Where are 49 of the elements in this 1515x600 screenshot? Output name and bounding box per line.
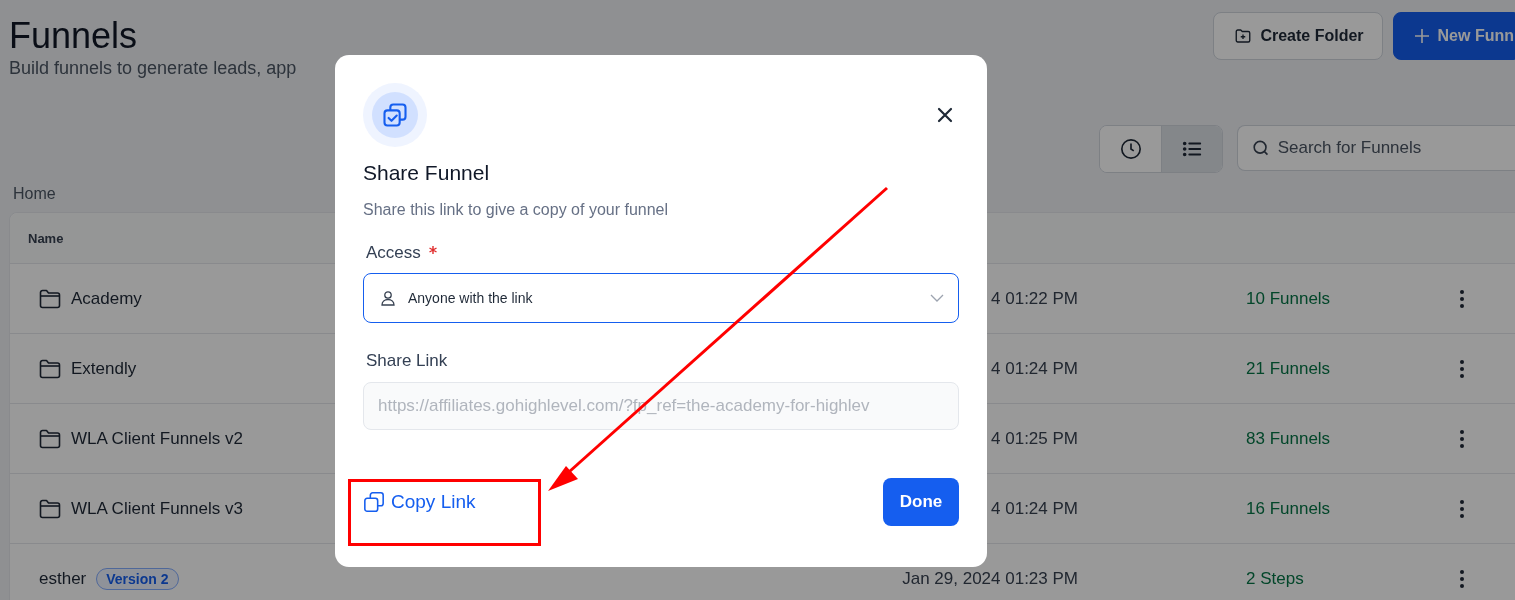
breadcrumb[interactable]: Home [13,185,56,203]
count-cell-text: 21 Funnels [1246,358,1332,379]
folder-icon [39,498,61,519]
row-name[interactable]: esther [39,568,87,589]
count-cell-text: 2 Steps [1246,568,1305,589]
folder-icon [39,428,61,449]
close-button[interactable] [935,105,955,125]
plus-icon [1413,28,1430,44]
count-cell-text: 10 Funnels [1246,288,1332,309]
kebab-menu-icon [1460,429,1464,448]
access-select[interactable]: Anyone with the link [363,273,959,323]
field-label: Share Link [366,351,448,371]
kebab-menu-icon [1460,289,1464,308]
chevron-down-icon [930,294,944,302]
folder-icon [39,288,61,309]
folder-icon [39,358,61,379]
kebab-menu-icon [1460,499,1464,518]
copy-icon [363,491,385,513]
date-cell: 4 01:25 PM [991,428,1078,449]
create-folder-button[interactable]: Create Folder [1213,12,1383,60]
new-funnel-button[interactable]: New Funn [1392,12,1515,60]
field-label: Access [366,243,421,263]
person-icon [380,290,396,306]
search-field[interactable]: Search for Funnels [1237,125,1515,171]
count-cell-text: 83 Funnels [1246,428,1332,449]
clock-icon [1119,138,1142,160]
row-name[interactable]: Extendly [71,358,137,379]
kebab-menu-icon [1460,359,1464,378]
date-cell: 4 01:24 PM [991,358,1078,379]
row-name[interactable]: Academy [71,288,142,309]
view-toggle-button[interactable] [1161,126,1222,172]
date-cell: Jan 29, 2024 01:23 PM [902,568,1078,589]
count-cell-text: 16 Funnels [1246,498,1332,519]
search-icon [1252,139,1270,157]
dialog-title: Share Funnel [363,161,491,185]
date-cell: 4 01:22 PM [991,288,1078,309]
date-cell: 4 01:24 PM [991,498,1078,519]
done-button[interactable]: Done [883,478,959,526]
search-input[interactable]: Search for Funnels [1275,137,1515,159]
column-header: Name [28,230,64,246]
folder-plus-icon [1234,27,1253,45]
row-name[interactable]: WLA Client Funnels v2 [71,428,243,449]
version-badge: Version 2 [96,567,179,590]
page-title: Funnels [9,14,139,58]
dialog-description: Share this link to give a copy of your funnel [363,201,670,219]
kebab-menu-icon [1460,569,1464,588]
page-subtitle: Build funnels to generate leads, app [9,58,298,79]
copy-link-button[interactable]: Copy Link [363,491,476,513]
row-name[interactable]: WLA Client Funnels v3 [71,498,243,519]
